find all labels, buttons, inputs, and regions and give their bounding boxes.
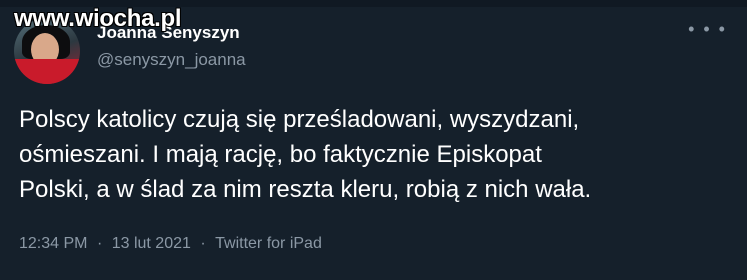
meta-separator: · xyxy=(96,235,103,252)
user-handle[interactable]: @senyszyn_joanna xyxy=(97,49,597,71)
tweet-text: Polscy katolicy czują się prześladowani,… xyxy=(19,106,592,203)
tweet-time[interactable]: 12:34 PM xyxy=(19,234,87,254)
tweet-source[interactable]: Twitter for iPad xyxy=(215,234,322,254)
tweet-card: www.wiocha.pl Joanna Senyszyn @senyszyn_… xyxy=(0,0,747,280)
tweet-meta: 12:34 PM · 13 lut 2021 · Twitter for iPa… xyxy=(19,234,322,254)
avatar-scarf xyxy=(14,59,80,84)
watermark-text: www.wiocha.pl xyxy=(14,5,182,32)
more-dots-icon[interactable]: • • • xyxy=(688,20,727,38)
tweet-date[interactable]: 13 lut 2021 xyxy=(112,234,191,254)
meta-separator: · xyxy=(200,235,206,252)
